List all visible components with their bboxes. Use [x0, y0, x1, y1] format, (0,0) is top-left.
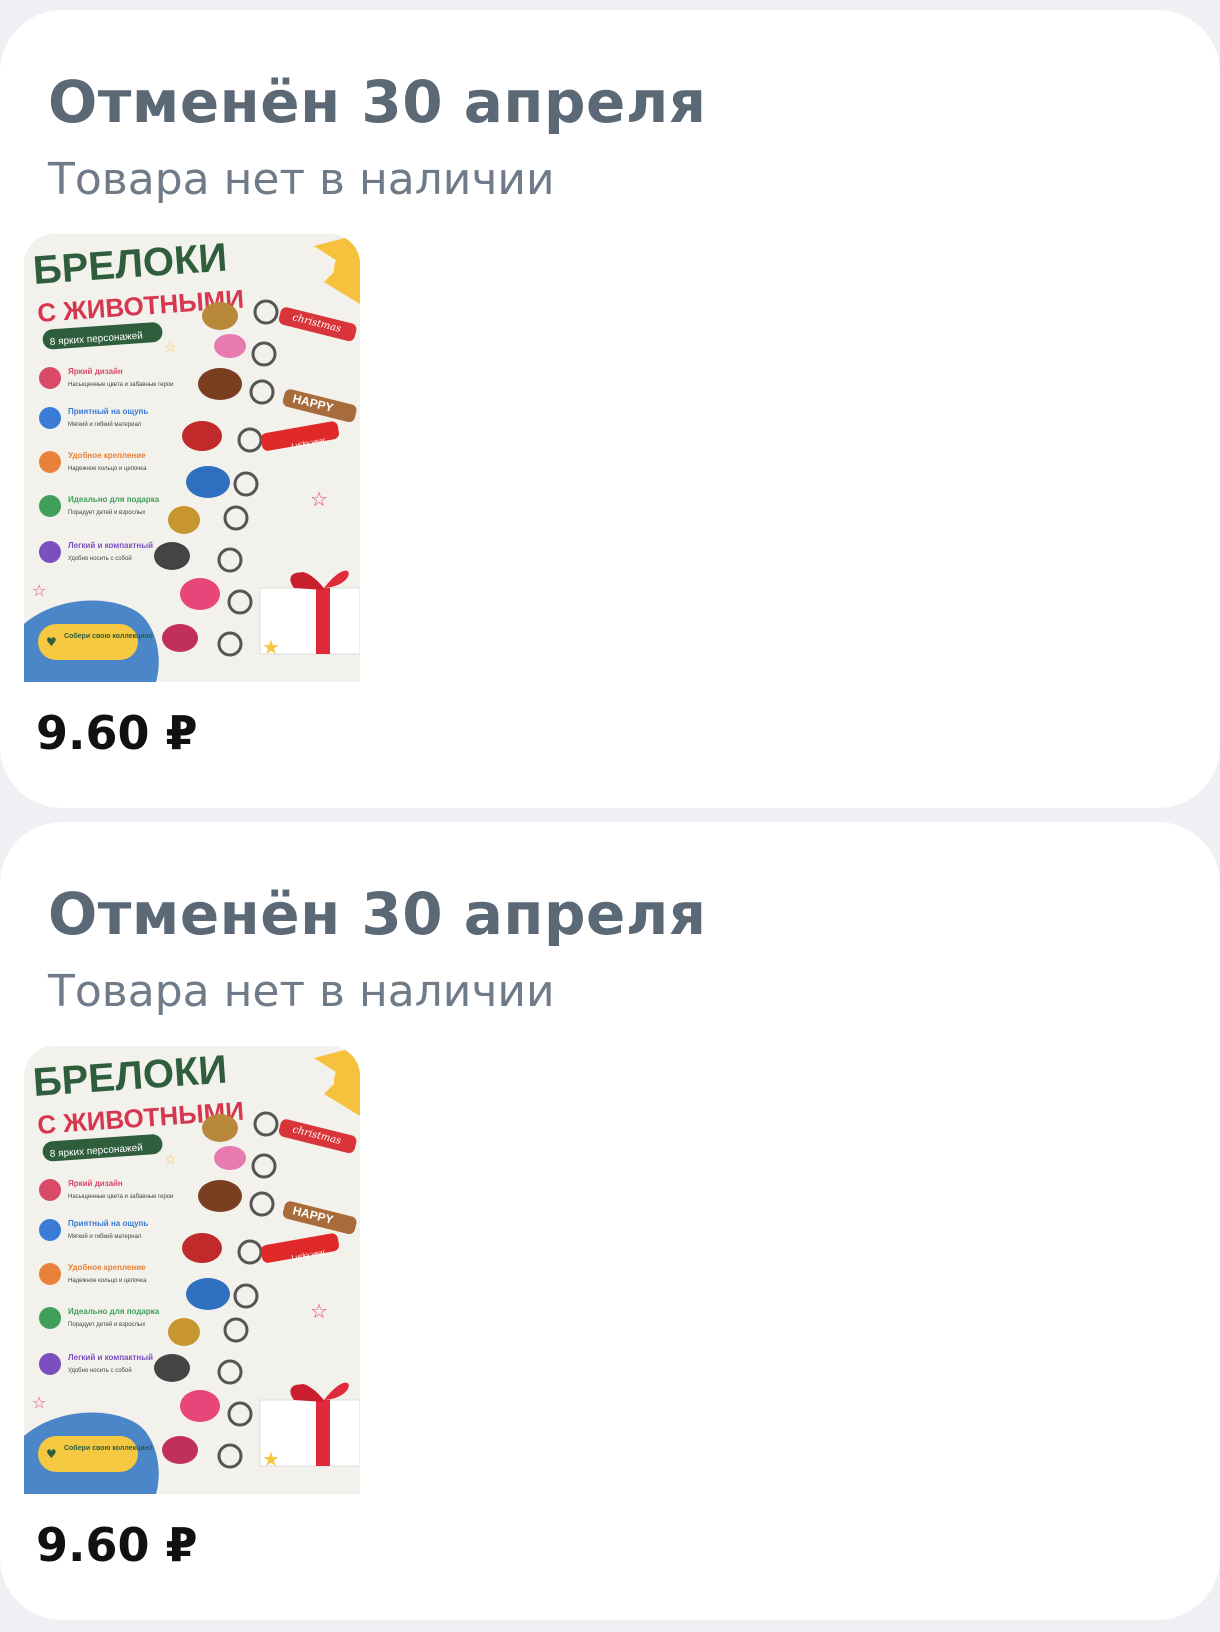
order-card[interactable]: Отменён 30 апреля Товара нет в наличии Б…	[0, 10, 1220, 808]
svg-text:Собери свою коллекцию!: Собери свою коллекцию!	[64, 1444, 153, 1452]
svg-text:★: ★	[262, 635, 280, 659]
svg-text:☆: ☆	[32, 1393, 46, 1412]
product-image[interactable]: БРЕЛОКИ С ЖИВОТНЫМИ 8 ярких персонажей Я…	[24, 234, 360, 682]
svg-text:Надежное кольцо и цепочка: Надежное кольцо и цепочка	[68, 1278, 147, 1284]
svg-text:Легкий и компактный: Легкий и компактный	[68, 541, 153, 550]
product-price: 9.60 ₽	[36, 1518, 198, 1572]
svg-text:Легкий и компактный: Легкий и компактный	[68, 1353, 153, 1362]
svg-text:Удобно носить с собой: Удобно носить с собой	[68, 555, 132, 562]
svg-text:☆: ☆	[164, 340, 177, 356]
svg-text:☆: ☆	[32, 581, 46, 600]
svg-text:★: ★	[262, 1447, 280, 1471]
order-status-title: Отменён 30 апреля	[48, 68, 707, 136]
order-card[interactable]: Отменён 30 апреля Товара нет в наличии Б…	[0, 822, 1220, 1620]
svg-text:♥: ♥	[46, 1447, 57, 1461]
order-status-subtitle: Товара нет в наличии	[48, 966, 555, 1017]
svg-text:☆: ☆	[164, 1152, 177, 1168]
svg-text:Яркий дизайн: Яркий дизайн	[68, 367, 123, 376]
svg-text:Насыщенные цвета и забавные ге: Насыщенные цвета и забавные герои	[68, 382, 174, 388]
svg-text:Мягкий и гибкий материал: Мягкий и гибкий материал	[68, 421, 142, 428]
product-image[interactable]: БРЕЛОКИ С ЖИВОТНЫМИ 8 ярких персонажей Я…	[24, 1046, 360, 1494]
svg-text:Приятный на ощупь: Приятный на ощупь	[68, 1219, 148, 1228]
product-price: 9.60 ₽	[36, 706, 198, 760]
svg-text:Удобное крепление: Удобное крепление	[68, 451, 146, 460]
svg-text:Порадует детей и взрослых: Порадует детей и взрослых	[68, 509, 145, 516]
svg-text:Яркий дизайн: Яркий дизайн	[68, 1179, 123, 1188]
svg-text:Насыщенные цвета и забавные ге: Насыщенные цвета и забавные герои	[68, 1194, 174, 1200]
svg-text:Мягкий и гибкий материал: Мягкий и гибкий материал	[68, 1233, 142, 1240]
svg-text:Собери свою коллекцию!: Собери свою коллекцию!	[64, 632, 153, 640]
svg-text:Порадует детей и взрослых: Порадует детей и взрослых	[68, 1321, 145, 1328]
svg-text:Приятный на ощупь: Приятный на ощупь	[68, 407, 148, 416]
svg-text:☆: ☆	[310, 487, 328, 511]
svg-text:Удобное крепление: Удобное крепление	[68, 1263, 146, 1272]
order-status-subtitle: Товара нет в наличии	[48, 154, 555, 205]
svg-text:Надежное кольцо и цепочка: Надежное кольцо и цепочка	[68, 466, 147, 472]
svg-text:Идеально для подарка: Идеально для подарка	[68, 1307, 160, 1316]
order-status-title: Отменён 30 апреля	[48, 880, 707, 948]
svg-text:☆: ☆	[310, 1299, 328, 1323]
svg-text:♥: ♥	[46, 635, 57, 649]
svg-text:Идеально для подарка: Идеально для подарка	[68, 495, 160, 504]
svg-text:Удобно носить с собой: Удобно носить с собой	[68, 1367, 132, 1374]
